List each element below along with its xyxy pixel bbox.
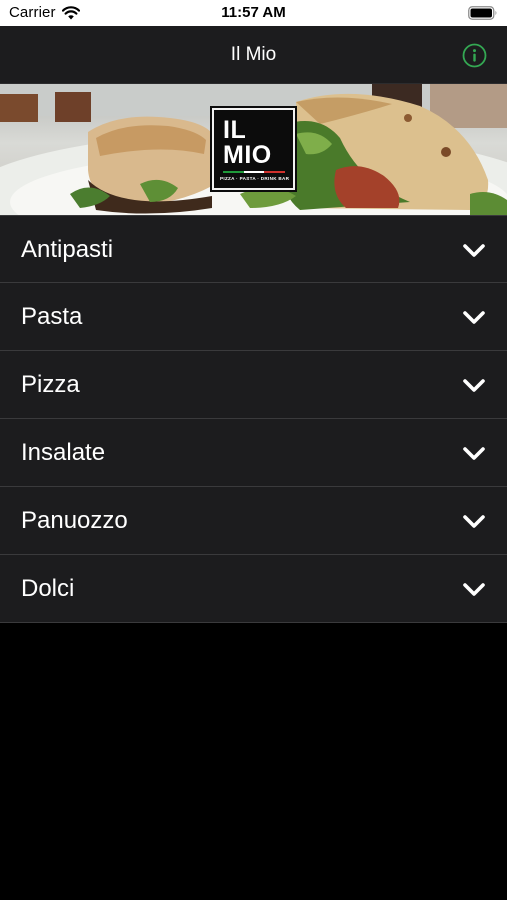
- hero-banner: IL MIO PIZZA · PASTA · DRINK BAR: [0, 84, 507, 215]
- chevron-down-icon[interactable]: [462, 375, 486, 395]
- menu-row-antipasti[interactable]: Antipasti: [0, 215, 507, 283]
- chevron-down-icon[interactable]: [462, 240, 486, 260]
- nav-title: Il Mio: [230, 44, 277, 65]
- brand-logo: IL MIO PIZZA · PASTA · DRINK BAR: [210, 106, 297, 192]
- menu-row-dolci[interactable]: Dolci: [0, 555, 507, 623]
- menu-row-label: Pizza: [21, 371, 80, 398]
- info-circle-icon[interactable]: [462, 43, 487, 68]
- chevron-down-icon[interactable]: [462, 579, 486, 599]
- logo-bar-red: [264, 171, 286, 173]
- menu-row-label: Dolci: [21, 575, 75, 602]
- empty-background: [0, 623, 507, 900]
- menu-row-insalate[interactable]: Insalate: [0, 419, 507, 487]
- app-screen: Carrier 11:57 AM Il Mio IL MIO PIZZA · P…: [0, 0, 507, 900]
- chevron-down-icon[interactable]: [462, 443, 486, 463]
- chevron-down-icon[interactable]: [462, 307, 486, 327]
- status-bar: Carrier 11:57 AM: [0, 0, 507, 26]
- logo-tagline: PIZZA · PASTA · DRINK BAR: [220, 176, 290, 181]
- menu-row-pasta[interactable]: Pasta: [0, 283, 507, 351]
- logo-bar-white: [243, 171, 265, 173]
- chevron-down-icon[interactable]: [462, 511, 486, 531]
- menu-row-label: Pasta: [21, 303, 83, 330]
- menu-row-panuozzo[interactable]: Panuozzo: [0, 487, 507, 555]
- logo-line-1: IL: [223, 116, 247, 144]
- menu-row-pizza[interactable]: Pizza: [0, 351, 507, 419]
- menu-row-label: Panuozzo: [21, 507, 128, 534]
- menu-row-label: Antipasti: [21, 236, 114, 263]
- logo-line-2: MIO: [223, 141, 272, 169]
- status-time: 11:57 AM: [221, 4, 286, 21]
- battery-icon: [468, 6, 497, 20]
- navigation-bar: Il Mio: [0, 26, 507, 84]
- logo-color-bar: [223, 171, 286, 173]
- menu-category-list: Antipasti Pasta Pizza Insalate Panuozzo …: [0, 215, 507, 623]
- menu-row-label: Insalate: [21, 439, 106, 466]
- logo-bar-green: [223, 171, 244, 173]
